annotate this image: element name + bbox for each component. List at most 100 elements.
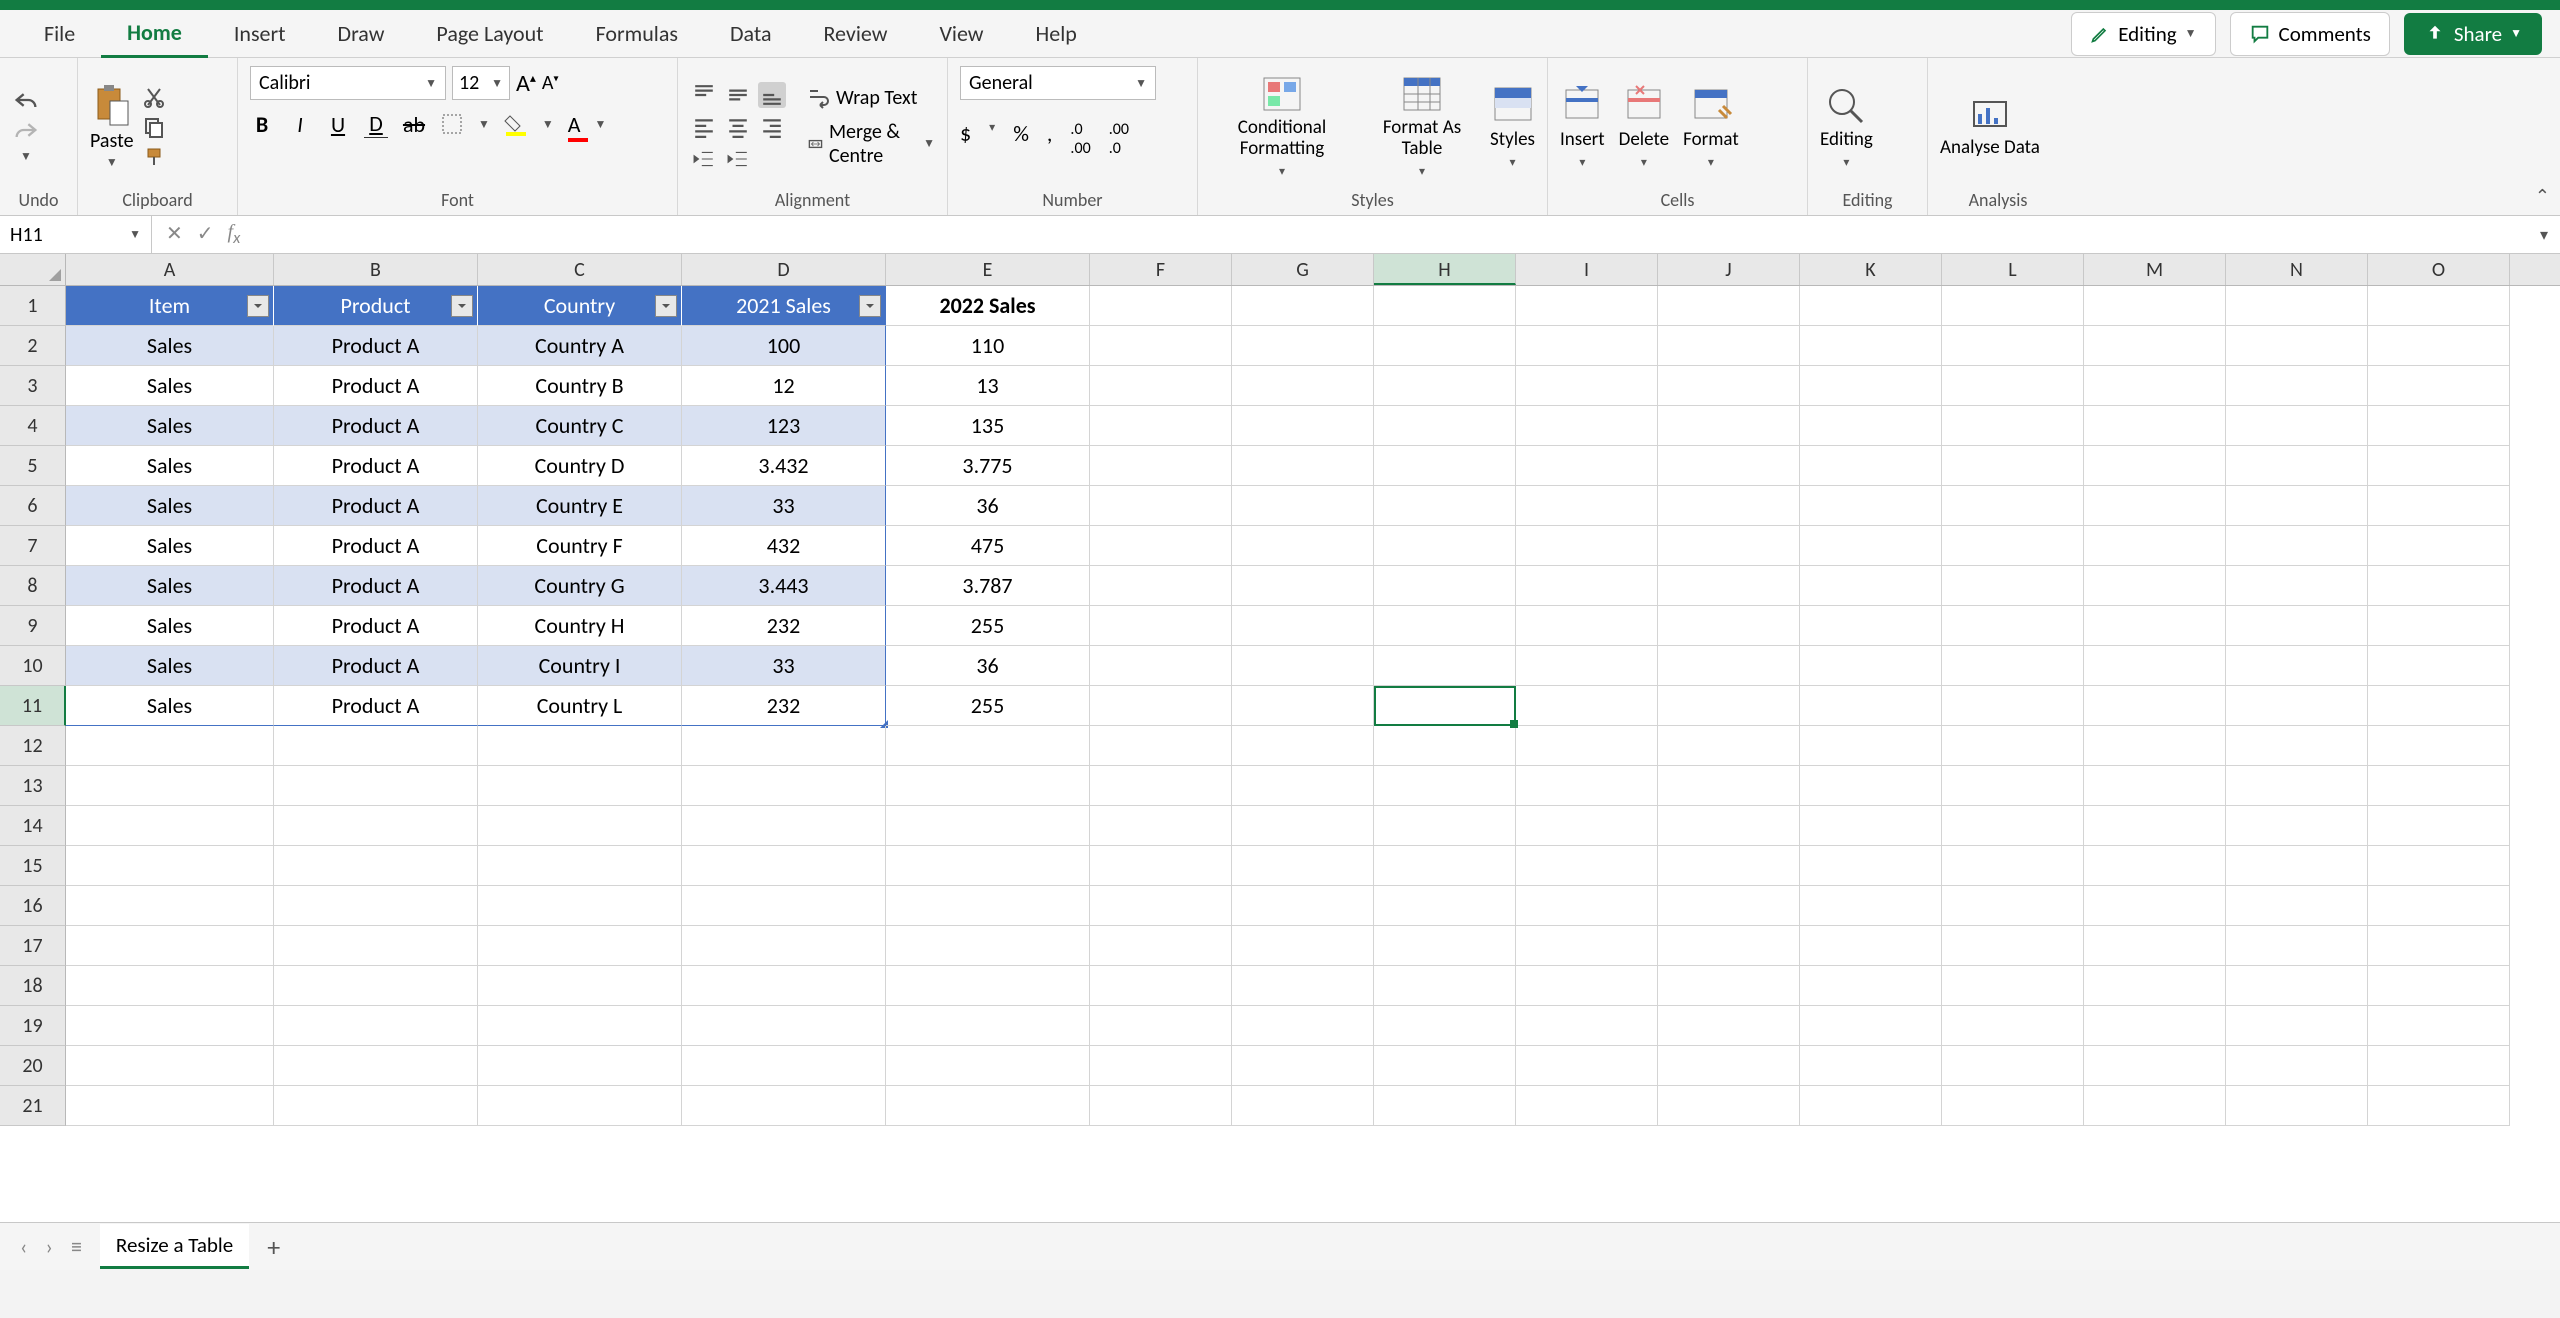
cell-I6[interactable] bbox=[1516, 486, 1658, 526]
cell-N16[interactable] bbox=[2226, 886, 2368, 926]
cell-F1[interactable] bbox=[1090, 286, 1232, 326]
cell-A17[interactable] bbox=[66, 926, 274, 966]
cell-B17[interactable] bbox=[274, 926, 478, 966]
cell-J6[interactable] bbox=[1658, 486, 1800, 526]
percent-button[interactable]: % bbox=[1013, 120, 1029, 158]
increase-indent-icon[interactable] bbox=[724, 146, 752, 172]
cell-G9[interactable] bbox=[1232, 606, 1374, 646]
row-header-13[interactable]: 13 bbox=[0, 766, 66, 806]
cell-B20[interactable] bbox=[274, 1046, 478, 1086]
cell-D13[interactable] bbox=[682, 766, 886, 806]
cell-G16[interactable] bbox=[1232, 886, 1374, 926]
cell-G6[interactable] bbox=[1232, 486, 1374, 526]
cell-A13[interactable] bbox=[66, 766, 274, 806]
cell-F11[interactable] bbox=[1090, 686, 1232, 726]
cell-N12[interactable] bbox=[2226, 726, 2368, 766]
cell-B9[interactable]: Product A bbox=[274, 606, 478, 646]
cell-K1[interactable] bbox=[1800, 286, 1942, 326]
cell-O10[interactable] bbox=[2368, 646, 2510, 686]
cell-M17[interactable] bbox=[2084, 926, 2226, 966]
cell-B4[interactable]: Product A bbox=[274, 406, 478, 446]
conditional-formatting-button[interactable]: Conditional Formatting▾ bbox=[1210, 74, 1354, 179]
cell-I14[interactable] bbox=[1516, 806, 1658, 846]
cell-J20[interactable] bbox=[1658, 1046, 1800, 1086]
cell-K3[interactable] bbox=[1800, 366, 1942, 406]
cell-D15[interactable] bbox=[682, 846, 886, 886]
cell-L6[interactable] bbox=[1942, 486, 2084, 526]
cell-D20[interactable] bbox=[682, 1046, 886, 1086]
cell-C4[interactable]: Country C bbox=[478, 406, 682, 446]
column-header-M[interactable]: M bbox=[2084, 254, 2226, 285]
cell-C9[interactable]: Country H bbox=[478, 606, 682, 646]
bold-button[interactable]: B bbox=[250, 111, 274, 138]
cell-G13[interactable] bbox=[1232, 766, 1374, 806]
cell-K4[interactable] bbox=[1800, 406, 1942, 446]
select-all-corner[interactable] bbox=[0, 254, 66, 285]
cell-I12[interactable] bbox=[1516, 726, 1658, 766]
cell-L10[interactable] bbox=[1942, 646, 2084, 686]
column-header-O[interactable]: O bbox=[2368, 254, 2510, 285]
wrap-text-button[interactable]: Wrap Text bbox=[808, 86, 935, 110]
cell-H2[interactable] bbox=[1374, 326, 1516, 366]
strikethrough-button[interactable]: ab bbox=[402, 111, 426, 138]
format-cells-button[interactable]: Format▾ bbox=[1683, 84, 1739, 170]
cell-E14[interactable] bbox=[886, 806, 1090, 846]
analyse-data-button[interactable]: Analyse Data bbox=[1940, 94, 2040, 159]
cell-K21[interactable] bbox=[1800, 1086, 1942, 1126]
cell-B5[interactable]: Product A bbox=[274, 446, 478, 486]
cell-I18[interactable] bbox=[1516, 966, 1658, 1006]
cell-F2[interactable] bbox=[1090, 326, 1232, 366]
cell-D11[interactable]: 232 bbox=[682, 686, 886, 726]
cell-H14[interactable] bbox=[1374, 806, 1516, 846]
cell-H9[interactable] bbox=[1374, 606, 1516, 646]
chevron-down-icon[interactable]: ▼ bbox=[478, 117, 490, 132]
underline-button[interactable]: U bbox=[326, 111, 350, 138]
cell-G5[interactable] bbox=[1232, 446, 1374, 486]
cell-O20[interactable] bbox=[2368, 1046, 2510, 1086]
align-top-icon[interactable] bbox=[690, 82, 718, 108]
cell-D18[interactable] bbox=[682, 966, 886, 1006]
cell-J14[interactable] bbox=[1658, 806, 1800, 846]
cell-O2[interactable] bbox=[2368, 326, 2510, 366]
cell-N13[interactable] bbox=[2226, 766, 2368, 806]
row-header-15[interactable]: 15 bbox=[0, 846, 66, 886]
row-header-1[interactable]: 1 bbox=[0, 286, 66, 326]
format-painter-icon[interactable] bbox=[142, 145, 166, 169]
increase-font-icon[interactable]: A▴ bbox=[516, 69, 536, 98]
cell-B19[interactable] bbox=[274, 1006, 478, 1046]
cell-J15[interactable] bbox=[1658, 846, 1800, 886]
row-header-21[interactable]: 21 bbox=[0, 1086, 66, 1126]
cell-L11[interactable] bbox=[1942, 686, 2084, 726]
cell-H18[interactable] bbox=[1374, 966, 1516, 1006]
cell-A12[interactable] bbox=[66, 726, 274, 766]
cell-J19[interactable] bbox=[1658, 1006, 1800, 1046]
cell-L12[interactable] bbox=[1942, 726, 2084, 766]
tab-page-layout[interactable]: Page Layout bbox=[410, 10, 569, 58]
cell-K5[interactable] bbox=[1800, 446, 1942, 486]
cell-F14[interactable] bbox=[1090, 806, 1232, 846]
cell-E19[interactable] bbox=[886, 1006, 1090, 1046]
cell-E10[interactable]: 36 bbox=[886, 646, 1090, 686]
column-header-J[interactable]: J bbox=[1658, 254, 1800, 285]
format-as-table-button[interactable]: Format As Table▾ bbox=[1372, 74, 1472, 179]
cell-I7[interactable] bbox=[1516, 526, 1658, 566]
cell-I21[interactable] bbox=[1516, 1086, 1658, 1126]
cell-M12[interactable] bbox=[2084, 726, 2226, 766]
cell-L20[interactable] bbox=[1942, 1046, 2084, 1086]
cell-H19[interactable] bbox=[1374, 1006, 1516, 1046]
row-header-17[interactable]: 17 bbox=[0, 926, 66, 966]
cell-N1[interactable] bbox=[2226, 286, 2368, 326]
cell-M19[interactable] bbox=[2084, 1006, 2226, 1046]
cell-H5[interactable] bbox=[1374, 446, 1516, 486]
cell-N14[interactable] bbox=[2226, 806, 2368, 846]
cell-M7[interactable] bbox=[2084, 526, 2226, 566]
cell-M5[interactable] bbox=[2084, 446, 2226, 486]
align-right-icon[interactable] bbox=[758, 114, 786, 140]
cell-C14[interactable] bbox=[478, 806, 682, 846]
cell-E16[interactable] bbox=[886, 886, 1090, 926]
cell-O16[interactable] bbox=[2368, 886, 2510, 926]
chevron-down-icon[interactable]: ▾ bbox=[989, 120, 995, 158]
cell-F3[interactable] bbox=[1090, 366, 1232, 406]
cell-K16[interactable] bbox=[1800, 886, 1942, 926]
row-header-16[interactable]: 16 bbox=[0, 886, 66, 926]
